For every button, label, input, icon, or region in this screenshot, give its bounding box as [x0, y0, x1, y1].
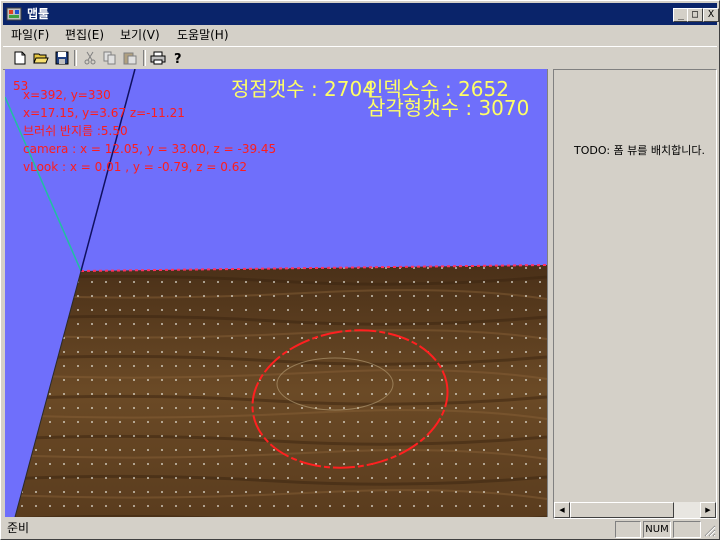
save-icon[interactable]: [53, 49, 71, 67]
resize-grip-icon[interactable]: [704, 525, 716, 537]
status-text: 준비: [7, 521, 30, 535]
toolbar-separator: [143, 50, 146, 66]
camera-look: vLook : x = 0.01 , y = -0.79, z = 0.62: [23, 160, 247, 174]
toolbar-separator: [74, 50, 77, 66]
num-lock-indicator: NUM: [643, 521, 671, 538]
window-title: 맵툴: [27, 7, 50, 21]
status-bar: 준비 NUM: [3, 519, 717, 538]
camera-position: camera : x = 12.05, y = 33.00, z = -39.4…: [23, 142, 277, 156]
new-file-icon[interactable]: [11, 49, 29, 67]
mouse-world-coords: x=17.15, y=3.67 z=-11.21: [23, 106, 185, 120]
mouse-screen-coords: x=392, y=330: [23, 88, 111, 102]
scroll-thumb[interactable]: [570, 502, 674, 518]
toolbar: ?: [3, 46, 717, 70]
status-panel-empty: [673, 521, 701, 538]
horizontal-scrollbar[interactable]: ◀ ▶: [554, 502, 716, 518]
cut-icon[interactable]: [81, 49, 99, 67]
scroll-left-button[interactable]: ◀: [554, 502, 570, 518]
main-window: 맵툴 _ □ X 파일(F) 편집(E) 보기(V) 도움말(H) ? 53 x…: [0, 0, 720, 540]
vertex-count: 정점갯수 : 2704: [231, 77, 375, 101]
menu-file[interactable]: 파일(F): [7, 28, 53, 43]
print-icon[interactable]: [149, 49, 167, 67]
scroll-right-button[interactable]: ▶: [700, 502, 716, 518]
form-view-pane: TODO: 폼 뷰를 배치합니다. ◀ ▶: [553, 69, 717, 519]
close-button[interactable]: X: [703, 8, 719, 22]
copy-icon[interactable]: [101, 49, 119, 67]
svg-text:?: ?: [174, 52, 182, 65]
menu-edit[interactable]: 편집(E): [61, 28, 108, 43]
menu-view[interactable]: 보기(V): [116, 28, 164, 43]
3d-viewport[interactable]: 53 x=392, y=330 x=17.15, y=3.67 z=-11.21…: [5, 69, 549, 517]
app-icon: [6, 7, 22, 21]
menu-bar: 파일(F) 편집(E) 보기(V) 도움말(H): [3, 26, 717, 45]
paste-icon[interactable]: [121, 49, 139, 67]
todo-message: TODO: 폼 뷰를 배치합니다.: [574, 144, 705, 157]
triangle-count: 삼각형갯수 : 3070: [367, 96, 530, 120]
maximize-button[interactable]: □: [687, 8, 703, 22]
brush-radius: 브러쉬 반지름 :5.50: [23, 124, 128, 138]
title-bar[interactable]: 맵툴 _ □ X: [3, 3, 719, 25]
help-icon[interactable]: ?: [169, 49, 187, 67]
open-folder-icon[interactable]: [32, 49, 50, 67]
menu-help[interactable]: 도움말(H): [173, 28, 233, 43]
status-panel-empty: [615, 521, 641, 538]
